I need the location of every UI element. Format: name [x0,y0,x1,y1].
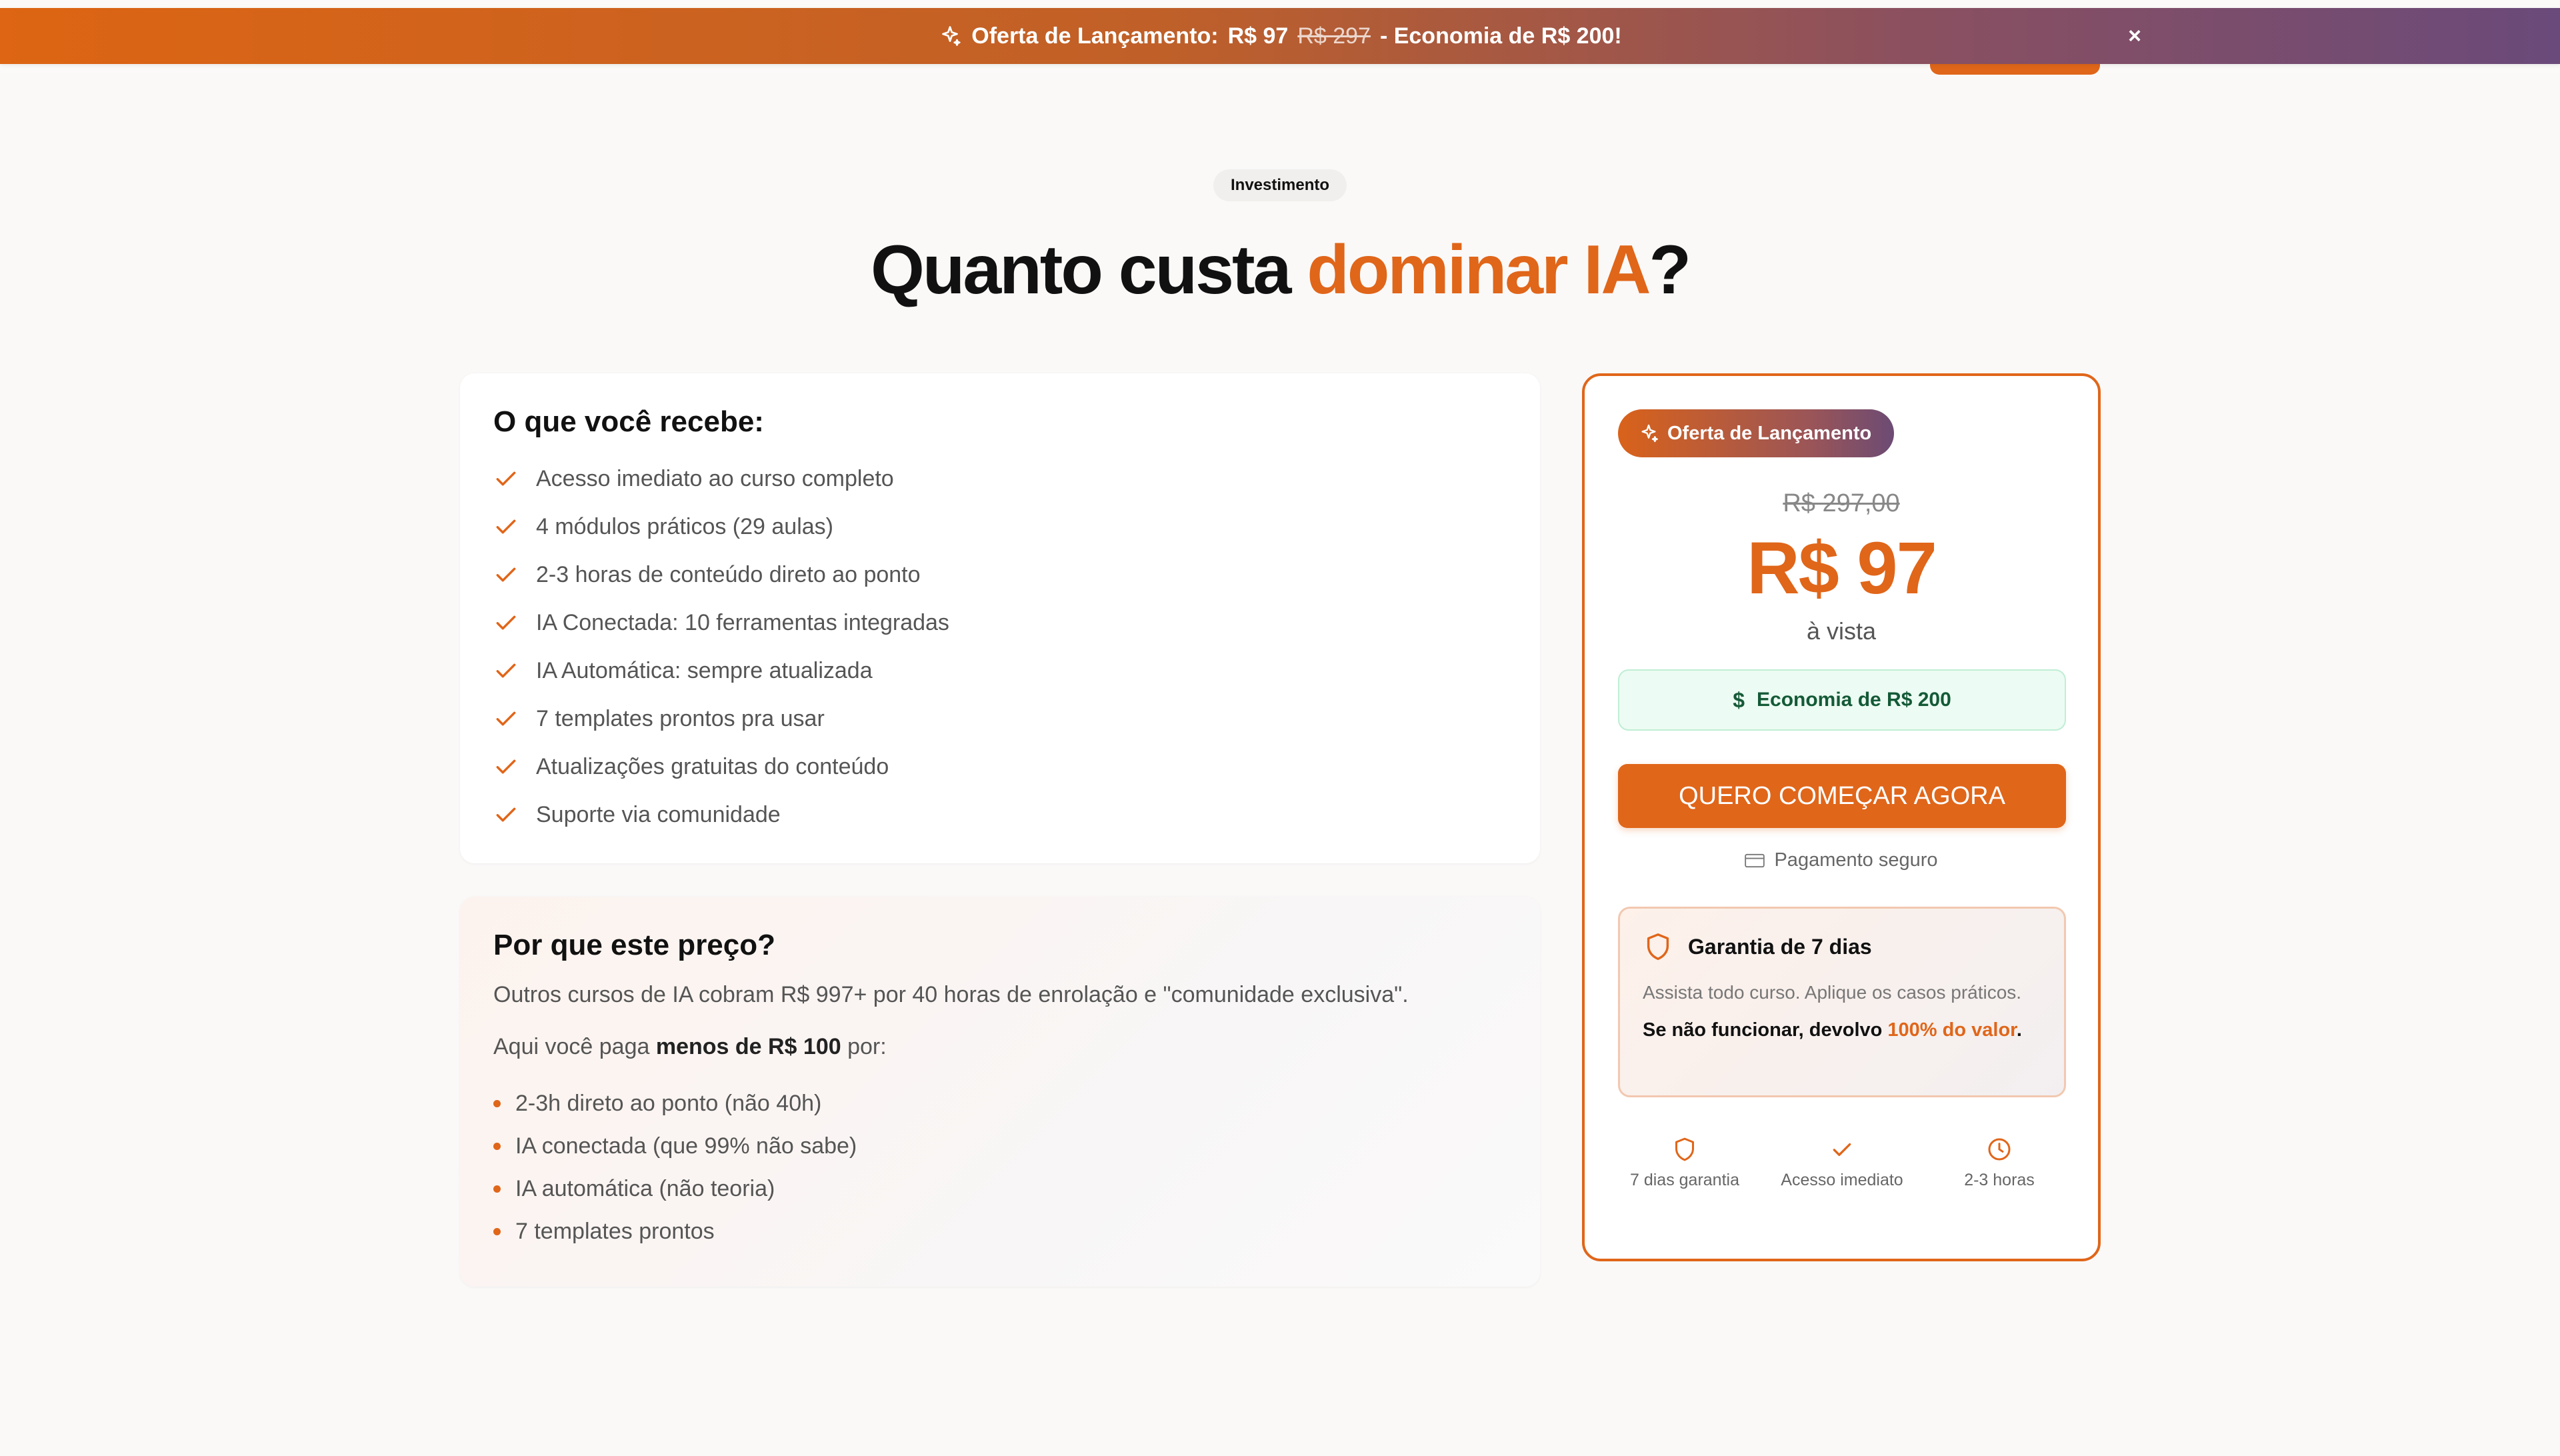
benefit-item: Suporte via comunidade [493,791,1507,839]
benefit-item: 4 módulos práticos (29 aulas) [493,503,1507,551]
benefit-item: IA Conectada: 10 ferramentas integradas [493,599,1507,647]
why-item-text: 2-3h direto ao ponto (não 40h) [515,1090,822,1116]
promo-banner: Oferta de Lançamento: R$ 97 R$ 297 - Eco… [0,8,2560,64]
dollar-icon: $ [1733,687,1745,712]
why-paragraph-2: Aqui você paga menos de R$ 100 por: [493,1030,1507,1063]
feature-label: 2-3 horas [1964,1171,2035,1189]
check-icon [496,807,516,822]
check-icon [496,711,516,726]
check-icon [496,567,516,582]
feature-label: 7 dias garantia [1629,1171,1739,1189]
bullet-dot [493,1185,501,1193]
benefit-text: 4 módulos práticos (29 aulas) [536,513,834,539]
benefits-list: Acesso imediato ao curso completo 4 módu… [493,455,1507,839]
why-item: IA conectada (que 99% não sabe) [493,1125,1507,1167]
benefits-card: O que você recebe: Acesso imediato ao cu… [460,373,1540,863]
benefit-text: Acesso imediato ao curso completo [536,465,894,491]
close-icon[interactable]: × [2121,23,2148,49]
benefit-item: Atualizações gratuitas do conteúdo [493,743,1507,791]
benefit-item: Acesso imediato ao curso completo [493,455,1507,503]
offer-badge-label: Oferta de Lançamento [1667,422,1872,444]
benefit-item: 7 templates prontos pra usar [493,695,1507,743]
benefit-text: 2-3 horas de conteúdo direto ao ponto [536,561,921,587]
check-icon [1833,1143,1851,1156]
check-icon [496,471,516,486]
promo-old-price: R$ 297 [1297,23,1371,49]
why-title: Por que este preço? [493,929,776,961]
title-part1: Quanto custa [870,231,1307,309]
guarantee-description: Assista todo curso. Aplique os casos prá… [1643,982,2022,1003]
guarantee-title: Garantia de 7 dias [1688,934,1872,959]
promo-label: Oferta de Lançamento: [971,23,1219,49]
bullet-dot [493,1227,501,1235]
why-p2-prefix: Aqui você paga [493,1034,656,1059]
payment-terms: à vista [1806,617,1877,645]
sparkle-icon [1641,424,1658,443]
guarantee-promise: Se não funcionar, devolvo 100% do valor. [1643,1019,2041,1041]
old-price: R$ 297,00 [1783,489,1900,517]
offer-badge: Oferta de Lançamento [1618,409,1895,457]
why-item-text: IA conectada (que 99% não sabe) [515,1133,857,1159]
why-p2-bold: menos de R$ 100 [655,1034,841,1059]
promise-suffix: . [2016,1019,2022,1041]
section-badge: Investimento [1213,169,1347,201]
title-accent: dominar IA [1307,231,1651,309]
promo-savings: - Economia de R$ 200! [1379,23,1622,49]
cta-buy-button[interactable]: QUERO COMEÇAR AGORA [1618,764,2066,828]
clock-icon [1988,1138,2011,1161]
benefit-text: Atualizações gratuitas do conteúdo [536,753,889,779]
guarantee-header: Garantia de 7 dias [1643,931,2041,962]
why-paragraph-1: Outros cursos de IA cobram R$ 997+ por 4… [493,982,1409,1007]
current-price: R$ 97 [1747,527,1937,609]
promise-accent: 100% do valor [1887,1019,2017,1041]
secure-payment-text: Pagamento seguro [1774,849,1938,871]
pricing-card: Oferta de Lançamento R$ 297,00 R$ 97 à v… [1582,373,2101,1261]
shield-icon [1647,933,1669,960]
features-row: 7 dias garantia Acesso imediato 2-3 hora… [1618,1136,2066,1223]
why-item: 2-3h direto ao ponto (não 40h) [493,1082,1507,1125]
secure-payment: Pagamento seguro [1585,849,2098,871]
check-icon [496,759,516,774]
benefit-text: Suporte via comunidade [536,801,781,827]
benefit-text: 7 templates prontos pra usar [536,705,825,731]
section-title: Quanto custa dominar IA? [0,231,2560,310]
why-item: 7 templates prontos [493,1210,1507,1253]
credit-card-icon [1745,853,1765,867]
promo-price: R$ 97 [1227,23,1289,49]
feature-label: Acesso imediato [1781,1171,1903,1189]
savings-box: $ Economia de R$ 200 [1618,669,2066,731]
why-list: 2-3h direto ao ponto (não 40h) IA conect… [493,1082,1507,1253]
benefit-item: IA Automática: sempre atualizada [493,647,1507,695]
feature-access: Acesso imediato [1775,1136,1909,1223]
savings-text: Economia de R$ 200 [1757,689,1951,711]
benefit-text: IA Automática: sempre atualizada [536,657,873,683]
why-item: IA automática (não teoria) [493,1167,1507,1210]
check-icon [496,519,516,534]
promise-prefix: Se não funcionar, devolvo [1643,1019,1888,1041]
benefit-text: IA Conectada: 10 ferramentas integradas [536,609,949,635]
why-p2-suffix: por: [841,1034,887,1059]
title-part2: ? [1649,231,1692,309]
why-item-text: IA automática (não teoria) [515,1175,775,1201]
shield-icon [1675,1137,1694,1161]
feature-guarantee: 7 dias garantia [1618,1136,1751,1223]
why-card: Por que este preço? Outros cursos de IA … [460,897,1540,1287]
benefits-title: O que você recebe: [493,405,764,438]
check-icon [496,615,516,630]
why-item-text: 7 templates prontos [515,1218,715,1244]
bullet-dot [493,1142,501,1150]
sparkle-icon [942,26,961,46]
benefit-item: 2-3 horas de conteúdo direto ao ponto [493,551,1507,599]
check-icon [496,663,516,678]
guarantee-box: Garantia de 7 dias Assista todo curso. A… [1618,907,2066,1097]
bullet-dot [493,1099,501,1107]
feature-duration: 2-3 horas [1933,1136,2066,1223]
